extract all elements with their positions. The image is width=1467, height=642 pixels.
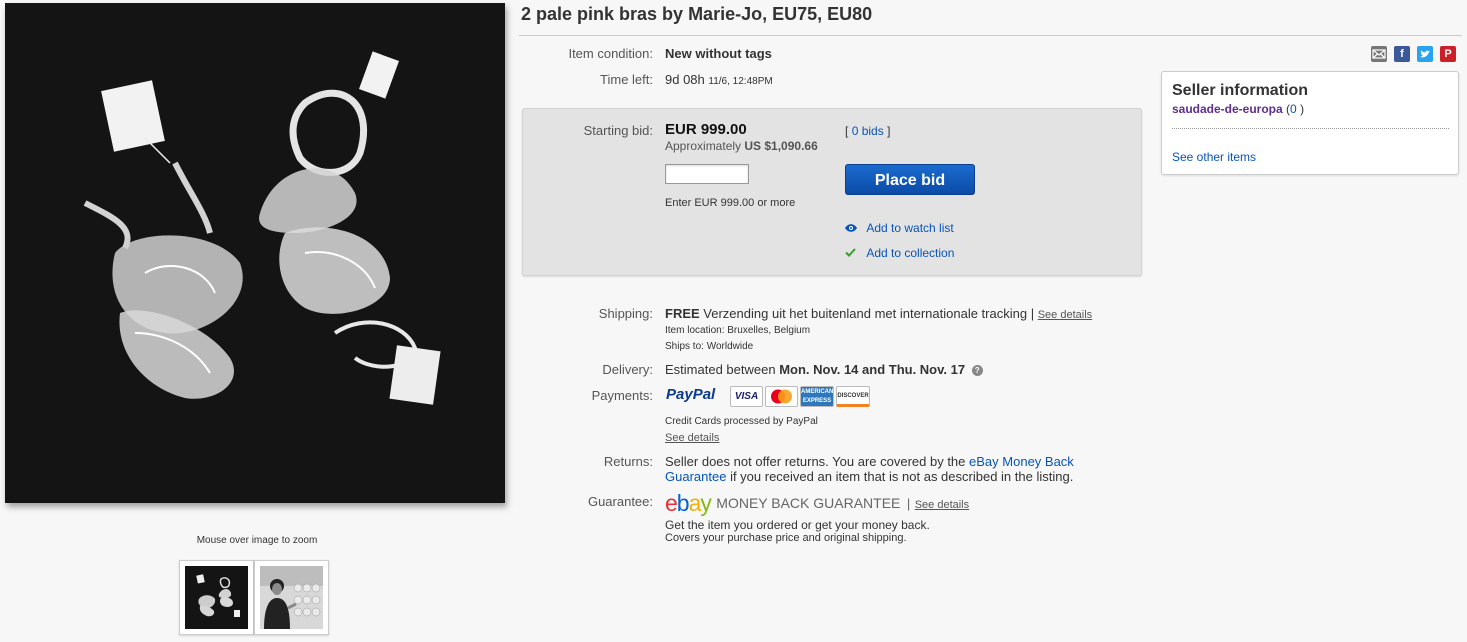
mastercard-logo [765,386,798,407]
facebook-icon[interactable]: f [1394,46,1410,62]
time-left-date: 11/6, 12:48PM [708,76,773,87]
eye-icon [845,221,859,235]
time-left-value: 9d 08h 11/6, 12:48PM [665,72,773,87]
shipping-label: Shipping: [598,306,653,321]
guarantee-banner: ebay MONEY BACK GUARANTEE | See details [665,490,969,517]
twitter-icon[interactable] [1417,46,1433,62]
item-title: 2 pale pink bras by Marie-Jo, EU75, EU80 [521,4,873,24]
approx-prefix: Approximately [665,139,742,153]
ships-to: Ships to: Worldwide [665,341,753,352]
returns-value: Seller does not offer returns. You are c… [665,454,1095,484]
feedback-score-link[interactable]: 0 [1290,102,1297,116]
help-icon[interactable]: ? [971,365,983,376]
starting-bid-label: Starting bid: [583,123,653,138]
returns-text-1: Seller does not offer returns. You are c… [665,454,966,469]
payments-see-details[interactable]: See details [665,432,719,444]
seller-name-link[interactable]: saudade-de-europa [1172,102,1283,116]
title-divider [519,35,1462,36]
guarantee-line-1: Get the item you ordered or get your mon… [665,518,930,532]
thumbnail-2[interactable] [254,560,329,635]
ships-to-label: Ships to: [665,341,704,352]
guarantee-separator: | [906,496,911,511]
item-location: Item location: Bruxelles, Belgium [665,325,810,336]
shipping-method: Verzending uit het buitenland met intern… [703,306,1028,321]
guarantee-line-2: Covers your purchase price and original … [665,532,907,544]
pinterest-icon[interactable]: P [1440,46,1456,62]
check-icon [845,246,859,260]
guarantee-label: Guarantee: [587,494,653,509]
zoom-hint: Mouse over image to zoom [196,535,318,546]
paypal-logo: PayPal [666,386,716,403]
collection-link[interactable]: Add to collection [845,246,954,260]
bids-link[interactable]: 0 bids [852,124,884,138]
item-location-label: Item location: [665,325,725,336]
amex-logo: AMERICAN EXPRESS [800,386,834,407]
ebay-logo: ebay [665,490,712,516]
discover-logo: DISCOVER [836,386,870,407]
delivery-value: Estimated between Mon. Nov. 14 and Thu. … [665,362,983,377]
approx-value: US $1,090.66 [744,139,818,153]
seller-heading: Seller information [1172,82,1309,99]
bids-count: [ 0 bids ] [845,124,890,138]
email-icon[interactable] [1371,46,1387,62]
bids-bracket-open: [ [845,124,849,138]
seller-name-row: saudade-de-europa (0 ) [1172,102,1304,116]
thumbnail-1[interactable] [179,560,254,635]
delivery-label: Delivery: [602,362,653,377]
shipping-see-details[interactable]: See details [1038,309,1092,321]
returns-text-2: if you received an item that is not as d… [730,469,1074,484]
condition-value: New without tags [665,46,772,61]
visa-logo: VISA [730,386,763,407]
main-product-image[interactable] [5,3,505,503]
shipping-separator: | [1030,306,1035,321]
seller-card: Seller information saudade-de-europa (0 … [1161,71,1459,175]
place-bid-button[interactable]: Place bid [845,164,975,195]
approx-price: Approximately US $1,090.66 [665,139,818,153]
money-back-guarantee-text: MONEY BACK GUARANTEE [716,495,901,511]
guarantee-see-details[interactable]: See details [915,499,969,511]
see-other-items-link[interactable]: See other items [1172,150,1256,164]
returns-label: Returns: [603,454,653,469]
thumbnail-person-image [260,566,323,629]
starting-bid-price: EUR 999.00 [665,121,747,138]
seller-divider [1172,128,1449,129]
bras-photo [5,3,505,503]
condition-label: Item condition: [568,46,653,61]
shipping-value: FREE Verzending uit het buitenland met i… [665,306,1092,321]
thumbnail-bras-image [185,566,248,629]
bids-bracket-close: ] [887,124,891,138]
delivery-dates: Mon. Nov. 14 and Thu. Nov. 17 [779,362,966,377]
bid-amount-input[interactable] [665,164,749,184]
collection-label: Add to collection [866,246,955,260]
item-location-value: Bruxelles, Belgium [727,325,811,336]
bid-hint: Enter EUR 999.00 or more [665,197,796,209]
payments-label: Payments: [591,388,653,403]
ships-to-value: Worldwide [706,341,754,352]
feedback-close: ) [1300,102,1305,116]
watch-list-label: Add to watch list [866,221,954,235]
time-left-label: Time left: [600,72,653,87]
delivery-prefix: Estimated between [665,362,776,377]
shipping-free: FREE [665,306,700,321]
credit-cards-note: Credit Cards processed by PayPal [665,416,818,427]
watch-list-link[interactable]: Add to watch list [845,221,954,235]
time-left-duration: 9d 08h [665,72,705,87]
